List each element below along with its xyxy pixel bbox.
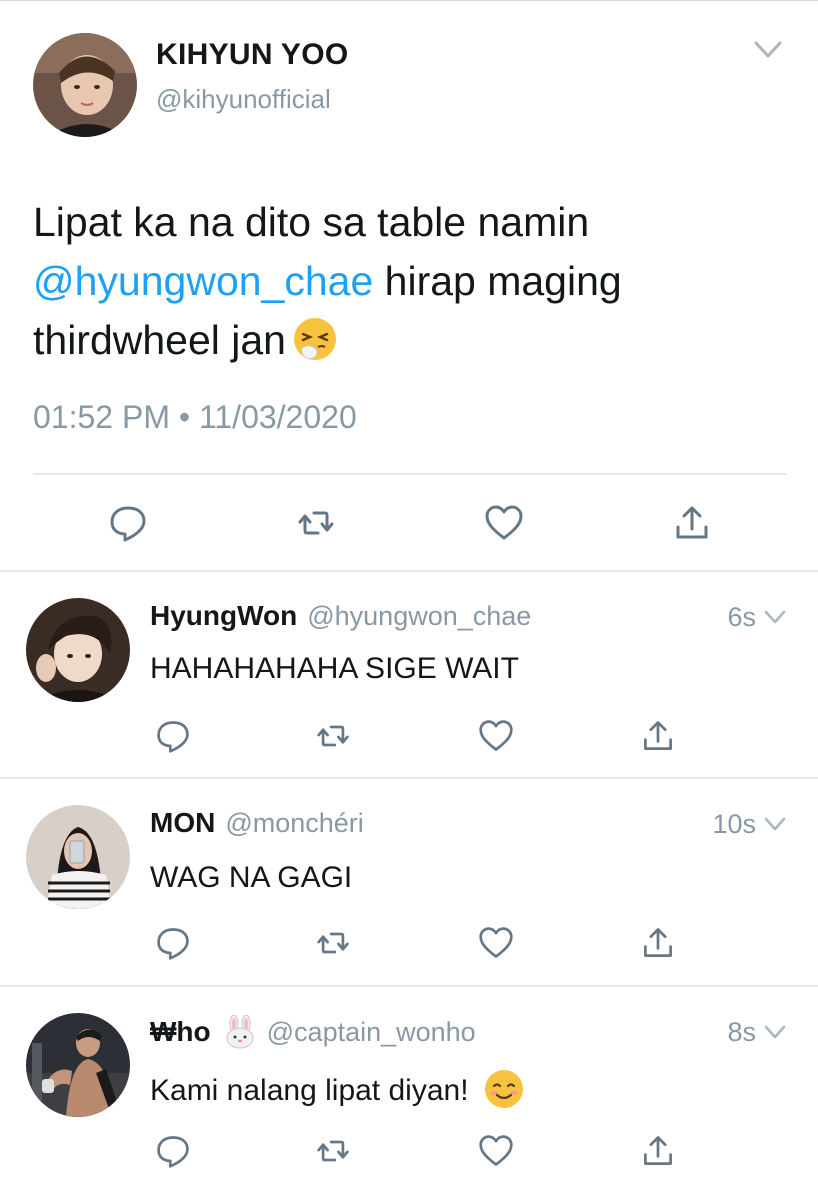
display-name[interactable]: KIHYUN YOO xyxy=(156,38,348,72)
tweet-text: Lipat ka na dito sa table namin @hyungwo… xyxy=(33,193,783,370)
mention-link[interactable]: @hyungwon_chae xyxy=(33,258,373,304)
chevron-down-icon[interactable] xyxy=(754,40,782,60)
reply-text-segment: Kami nalang lipat diyan! xyxy=(150,1074,469,1107)
smiling-face-emoji-icon xyxy=(483,1068,525,1110)
tweet-text-segment: thirdwheel jan xyxy=(33,317,286,363)
tweet-text-line: @hyungwon_chae hirap maging xyxy=(33,252,783,311)
reply-header: MON @monchéri xyxy=(150,807,364,839)
retweet-icon[interactable] xyxy=(315,1133,351,1169)
heart-icon[interactable] xyxy=(478,1133,514,1169)
reply-header: HyungWon @hyungwon_chae xyxy=(150,600,531,632)
share-icon[interactable] xyxy=(640,718,676,754)
timestamp[interactable]: 01:52 PM • 11/03/2020 xyxy=(33,399,357,436)
top-border xyxy=(0,0,818,1)
reply-icon[interactable] xyxy=(108,503,148,543)
chevron-down-icon[interactable] xyxy=(764,1025,786,1040)
reply-text: Kami nalang lipat diyan! xyxy=(150,1068,525,1110)
reply-icon[interactable] xyxy=(155,925,191,961)
reply-meta: 10s xyxy=(712,809,786,840)
user-handle[interactable]: @captain_wonho xyxy=(267,1017,476,1048)
tweet-text-line: Lipat ka na dito sa table namin xyxy=(33,199,590,245)
reply-text: WAG NA GAGI xyxy=(150,861,353,894)
divider xyxy=(33,473,786,475)
divider xyxy=(0,985,818,987)
rabbit-face-emoji-icon xyxy=(223,1014,257,1049)
share-icon[interactable] xyxy=(640,1133,676,1169)
heart-icon[interactable] xyxy=(484,503,524,543)
timestamp[interactable]: 10s xyxy=(712,809,756,840)
divider xyxy=(0,777,818,779)
reply-header: ₩ho @captain_wonho xyxy=(150,1014,476,1049)
avatar[interactable] xyxy=(26,598,130,702)
display-name[interactable]: HyungWon xyxy=(150,600,297,632)
reply-text: HAHAHAHAHA SIGE WAIT xyxy=(150,652,519,685)
retweet-icon[interactable] xyxy=(296,503,336,543)
heart-icon[interactable] xyxy=(478,718,514,754)
timestamp[interactable]: 6s xyxy=(727,602,756,633)
retweet-icon[interactable] xyxy=(315,718,351,754)
chevron-down-icon[interactable] xyxy=(764,610,786,625)
tweet-thread: KIHYUN YOO @kihyunofficial Lipat ka na d… xyxy=(0,0,818,1200)
retweet-icon[interactable] xyxy=(315,925,351,961)
reply-meta: 8s xyxy=(727,1017,786,1048)
user-handle[interactable]: @kihyunofficial xyxy=(156,84,331,115)
display-name[interactable]: MON xyxy=(150,807,215,839)
avatar[interactable] xyxy=(26,1013,130,1117)
share-icon[interactable] xyxy=(640,925,676,961)
tweet-text-line: thirdwheel jan xyxy=(33,311,783,370)
tweet-text-segment: hirap maging xyxy=(373,258,622,304)
reply-icon[interactable] xyxy=(155,1133,191,1169)
timestamp[interactable]: 8s xyxy=(727,1017,756,1048)
user-handle[interactable]: @hyungwon_chae xyxy=(307,601,531,632)
chevron-down-icon[interactable] xyxy=(764,817,786,832)
sneezing-face-emoji-icon xyxy=(292,316,338,362)
share-icon[interactable] xyxy=(672,503,712,543)
avatar[interactable] xyxy=(26,805,130,909)
divider xyxy=(0,570,818,572)
display-name[interactable]: ₩ho xyxy=(150,1016,211,1048)
avatar[interactable] xyxy=(33,33,137,137)
user-handle[interactable]: @monchéri xyxy=(225,808,363,839)
reply-meta: 6s xyxy=(727,602,786,633)
heart-icon[interactable] xyxy=(478,925,514,961)
reply-icon[interactable] xyxy=(155,718,191,754)
